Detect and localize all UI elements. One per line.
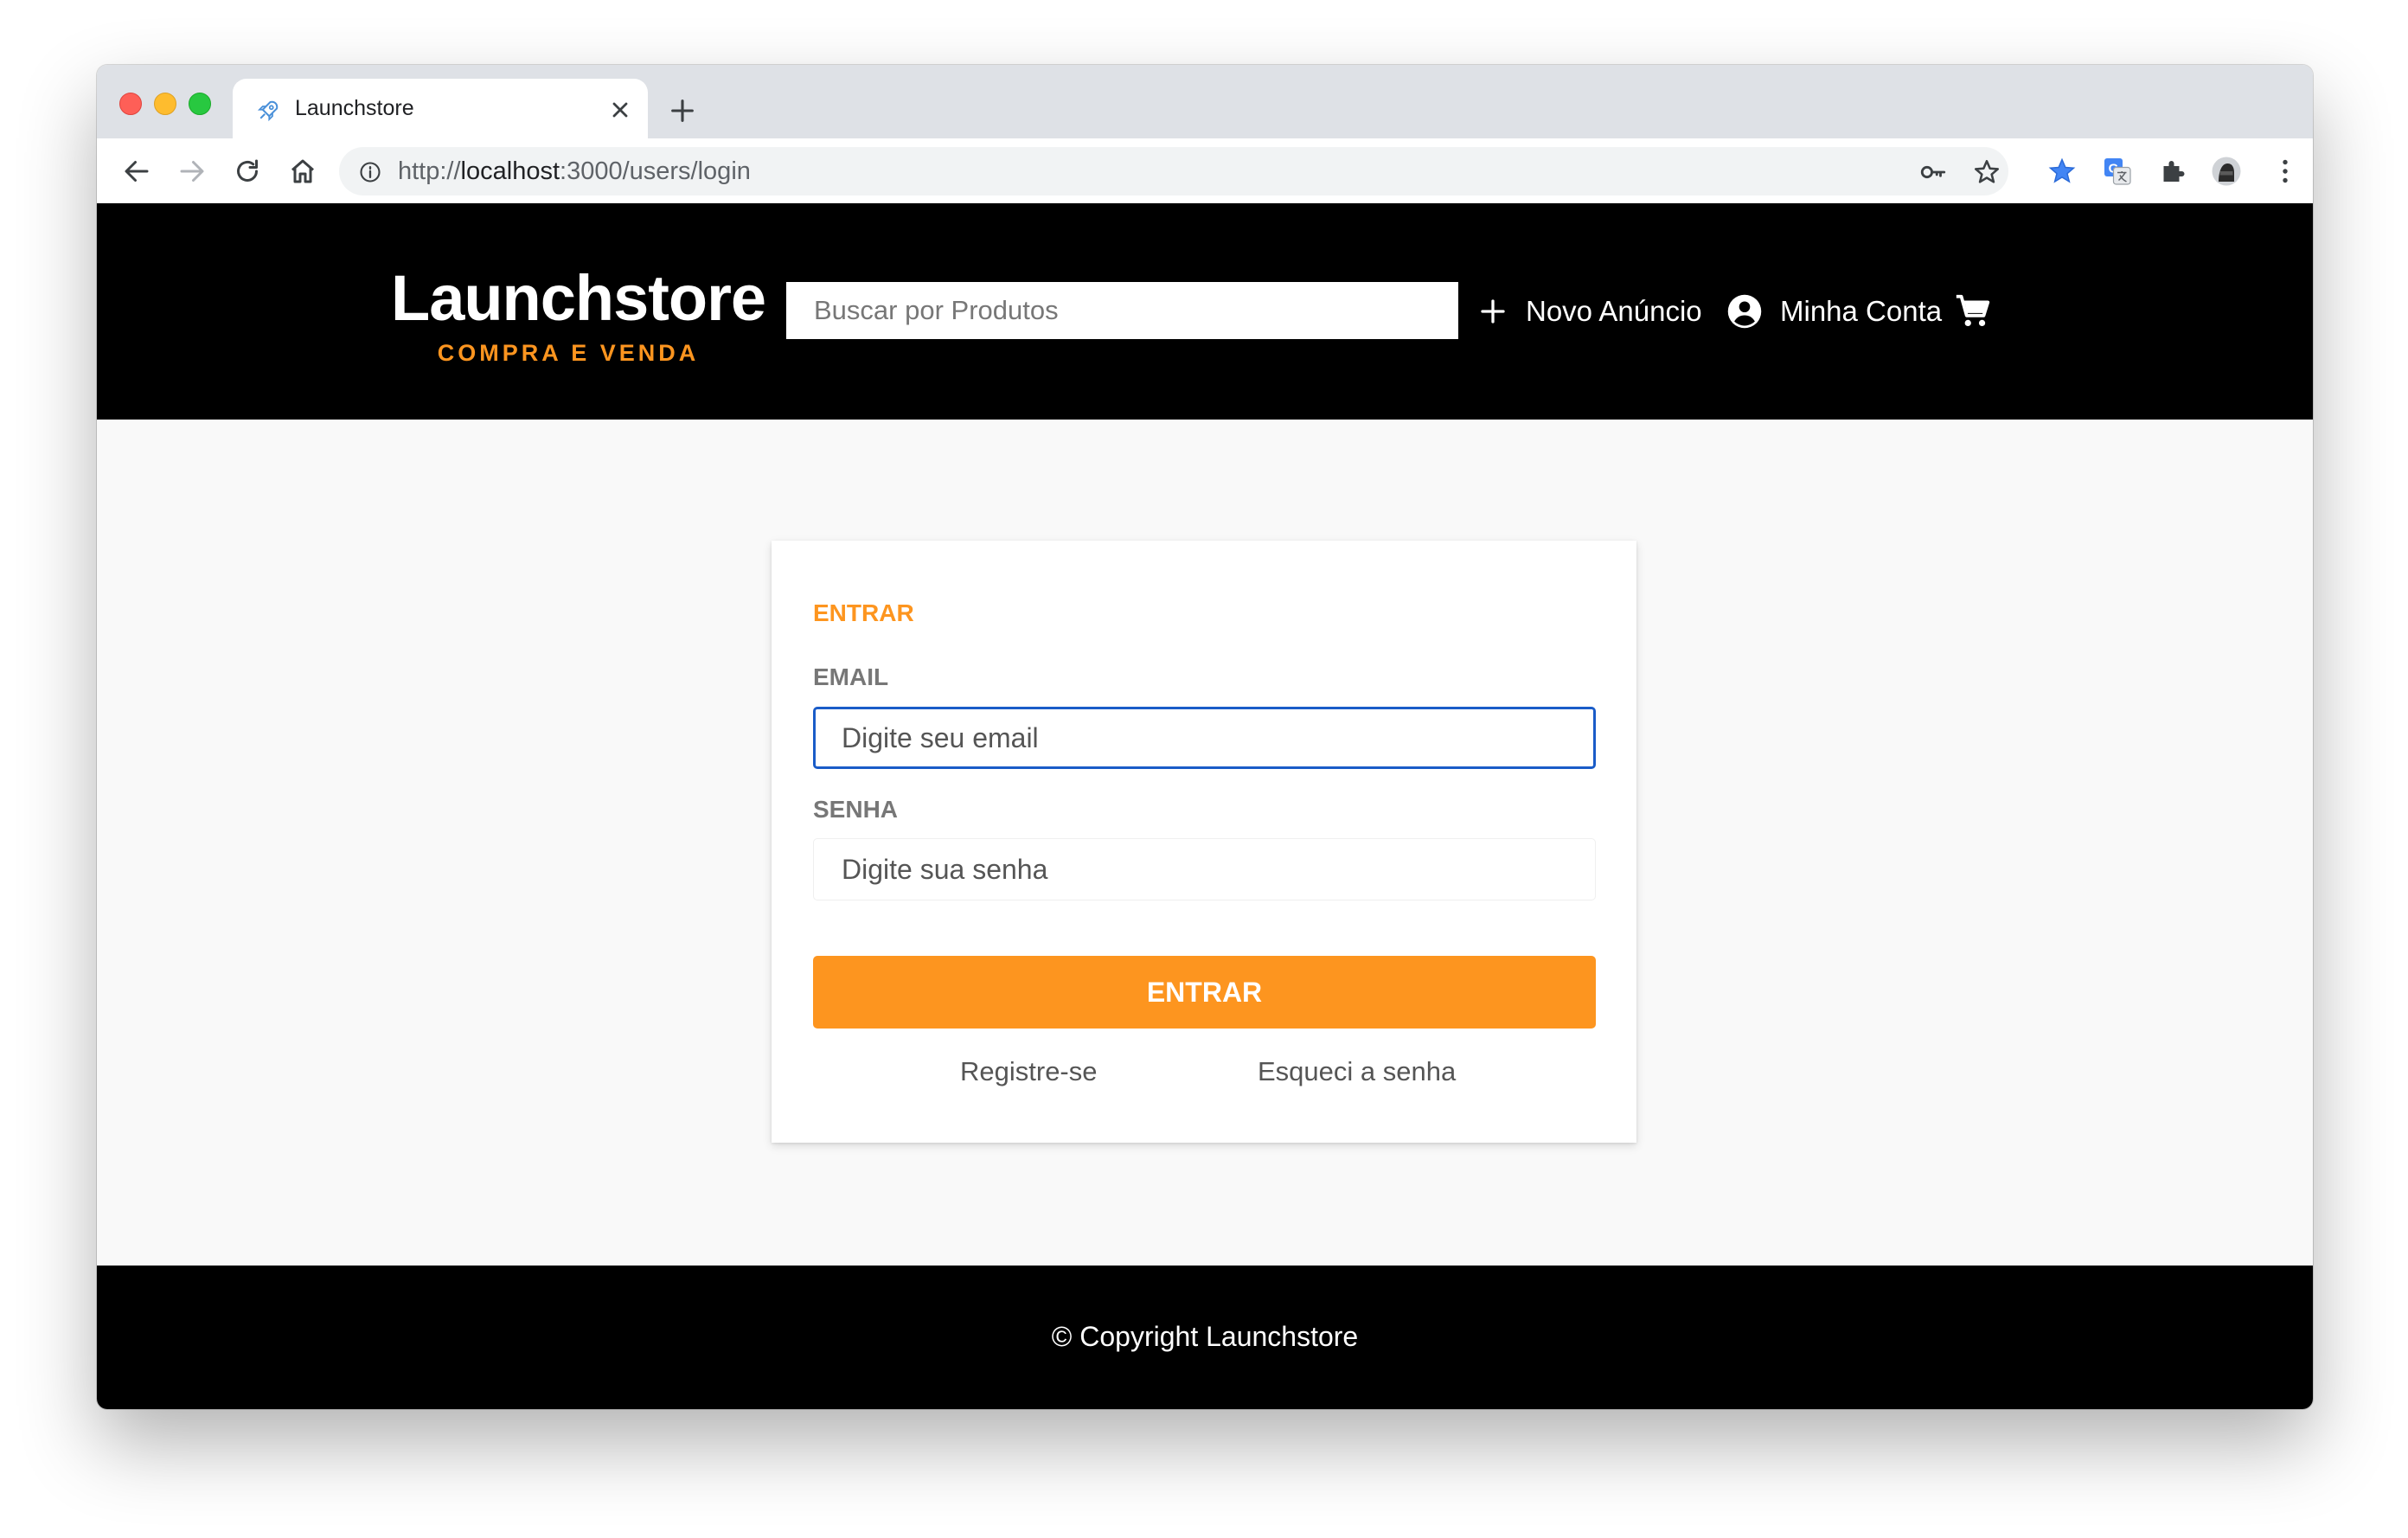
home-icon[interactable] (287, 156, 318, 187)
key-icon[interactable] (1918, 157, 1948, 187)
main-content: ENTRAR EMAIL SENHA ENTRAR Registre-se Es… (97, 420, 2313, 1266)
email-label: EMAIL (813, 663, 889, 690)
profile-avatar-icon[interactable] (2211, 156, 2242, 187)
cart-link[interactable] (1953, 290, 2010, 333)
browser-toolbar: http://localhost:3000/users/login G (97, 138, 2313, 204)
site-footer: © Copyright Launchstore (97, 1266, 2313, 1409)
address-bar[interactable]: http://localhost:3000/users/login (339, 147, 2008, 195)
search-input[interactable] (786, 282, 1458, 339)
minimize-window-button[interactable] (154, 93, 176, 115)
close-window-button[interactable] (119, 93, 142, 115)
register-link[interactable]: Registre-se (960, 1056, 1098, 1087)
plus-icon (1481, 299, 1505, 324)
logo-title[interactable]: Launchstore (391, 261, 766, 335)
bookmark-star-icon[interactable] (1972, 157, 2001, 187)
new-ad-label: Novo Anúncio (1526, 295, 1702, 327)
password-field[interactable] (813, 838, 1596, 900)
extensions-puzzle-icon[interactable] (2157, 156, 2188, 187)
back-arrow-icon[interactable] (121, 156, 152, 187)
cart-icon (1956, 294, 1990, 327)
copyright-text: © Copyright Launchstore (1051, 1321, 1359, 1352)
browser-window: Launchstore http://localhost:3000/users/… (97, 65, 2313, 1409)
browser-tab[interactable]: Launchstore (233, 79, 648, 138)
extension-star-icon[interactable] (2046, 156, 2078, 187)
site-header: Launchstore COMPRA E VENDA Novo Anúncio … (97, 203, 2313, 420)
new-tab-icon[interactable] (668, 96, 697, 125)
info-icon[interactable] (358, 160, 382, 184)
forgot-password-link[interactable]: Esqueci a senha (1258, 1056, 1456, 1087)
password-label: SENHA (813, 796, 899, 823)
account-circle-icon (1727, 294, 1762, 329)
menu-dots-icon[interactable] (2270, 156, 2301, 187)
email-field[interactable] (813, 707, 1596, 769)
my-account-label: Minha Conta (1780, 295, 1943, 327)
my-account-link[interactable]: Minha Conta (1726, 290, 1942, 333)
login-title: ENTRAR (813, 599, 914, 626)
new-ad-link[interactable]: Novo Anúncio (1477, 290, 1702, 333)
maximize-window-button[interactable] (189, 93, 211, 115)
translate-icon[interactable]: G (2102, 156, 2133, 187)
tab-title: Launchstore (295, 96, 414, 120)
login-card: ENTRAR EMAIL SENHA ENTRAR Registre-se Es… (772, 541, 1636, 1143)
rocket-icon (257, 100, 279, 122)
url-text: http://localhost:3000/users/login (398, 157, 751, 185)
reload-icon[interactable] (232, 156, 263, 187)
logo-subtitle: COMPRA E VENDA (437, 340, 700, 366)
forward-arrow-icon[interactable] (176, 156, 208, 187)
tab-strip: Launchstore (97, 65, 2313, 138)
close-icon[interactable] (608, 98, 632, 122)
login-button[interactable]: ENTRAR (813, 956, 1596, 1029)
